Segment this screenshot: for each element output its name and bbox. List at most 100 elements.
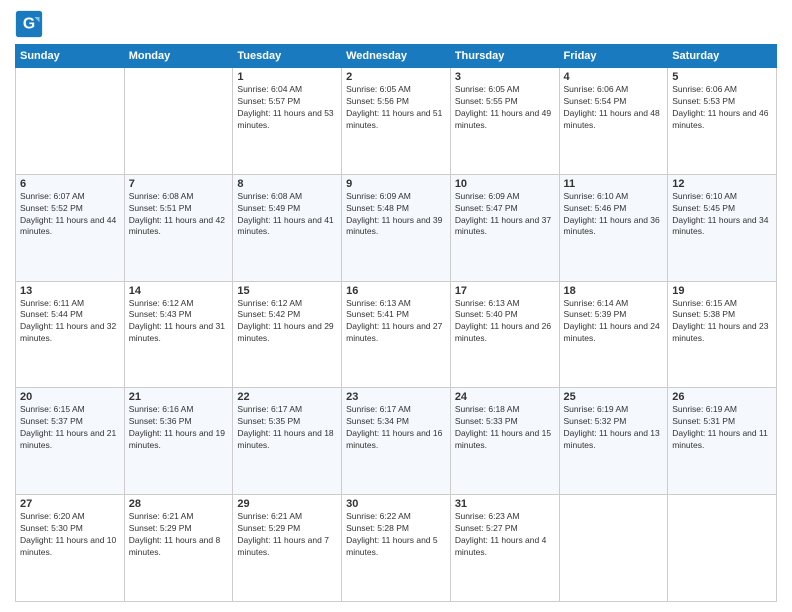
day-number: 16	[346, 285, 446, 297]
day-cell: 7Sunrise: 6:08 AMSunset: 5:51 PMDaylight…	[124, 174, 233, 281]
day-number: 20	[20, 391, 120, 403]
day-info: Sunrise: 6:17 AMSunset: 5:34 PMDaylight:…	[346, 404, 446, 452]
day-number: 17	[455, 285, 555, 297]
week-row-2: 6Sunrise: 6:07 AMSunset: 5:52 PMDaylight…	[16, 174, 777, 281]
logo-icon: G	[15, 10, 43, 38]
day-info: Sunrise: 6:21 AMSunset: 5:29 PMDaylight:…	[129, 511, 229, 559]
day-info: Sunrise: 6:10 AMSunset: 5:45 PMDaylight:…	[672, 191, 772, 239]
day-cell: 23Sunrise: 6:17 AMSunset: 5:34 PMDayligh…	[342, 388, 451, 495]
day-number: 25	[564, 391, 664, 403]
day-info: Sunrise: 6:17 AMSunset: 5:35 PMDaylight:…	[237, 404, 337, 452]
day-number: 9	[346, 178, 446, 190]
day-cell: 19Sunrise: 6:15 AMSunset: 5:38 PMDayligh…	[668, 281, 777, 388]
day-cell: 11Sunrise: 6:10 AMSunset: 5:46 PMDayligh…	[559, 174, 668, 281]
day-cell: 4Sunrise: 6:06 AMSunset: 5:54 PMDaylight…	[559, 68, 668, 175]
day-info: Sunrise: 6:11 AMSunset: 5:44 PMDaylight:…	[20, 298, 120, 346]
day-cell	[16, 68, 125, 175]
day-info: Sunrise: 6:21 AMSunset: 5:29 PMDaylight:…	[237, 511, 337, 559]
day-number: 1	[237, 71, 337, 83]
day-info: Sunrise: 6:05 AMSunset: 5:55 PMDaylight:…	[455, 84, 555, 132]
day-number: 4	[564, 71, 664, 83]
day-number: 22	[237, 391, 337, 403]
day-cell: 13Sunrise: 6:11 AMSunset: 5:44 PMDayligh…	[16, 281, 125, 388]
day-number: 15	[237, 285, 337, 297]
week-row-3: 13Sunrise: 6:11 AMSunset: 5:44 PMDayligh…	[16, 281, 777, 388]
day-number: 7	[129, 178, 229, 190]
weekday-header-thursday: Thursday	[450, 45, 559, 68]
weekday-header-row: SundayMondayTuesdayWednesdayThursdayFrid…	[16, 45, 777, 68]
day-cell: 5Sunrise: 6:06 AMSunset: 5:53 PMDaylight…	[668, 68, 777, 175]
day-number: 21	[129, 391, 229, 403]
day-info: Sunrise: 6:13 AMSunset: 5:40 PMDaylight:…	[455, 298, 555, 346]
day-cell: 30Sunrise: 6:22 AMSunset: 5:28 PMDayligh…	[342, 495, 451, 602]
day-info: Sunrise: 6:10 AMSunset: 5:46 PMDaylight:…	[564, 191, 664, 239]
day-info: Sunrise: 6:19 AMSunset: 5:31 PMDaylight:…	[672, 404, 772, 452]
weekday-header-sunday: Sunday	[16, 45, 125, 68]
day-info: Sunrise: 6:04 AMSunset: 5:57 PMDaylight:…	[237, 84, 337, 132]
day-cell: 12Sunrise: 6:10 AMSunset: 5:45 PMDayligh…	[668, 174, 777, 281]
day-number: 13	[20, 285, 120, 297]
day-number: 10	[455, 178, 555, 190]
day-number: 26	[672, 391, 772, 403]
day-cell	[124, 68, 233, 175]
day-info: Sunrise: 6:19 AMSunset: 5:32 PMDaylight:…	[564, 404, 664, 452]
day-info: Sunrise: 6:09 AMSunset: 5:48 PMDaylight:…	[346, 191, 446, 239]
calendar-table: SundayMondayTuesdayWednesdayThursdayFrid…	[15, 44, 777, 602]
day-cell: 28Sunrise: 6:21 AMSunset: 5:29 PMDayligh…	[124, 495, 233, 602]
day-info: Sunrise: 6:09 AMSunset: 5:47 PMDaylight:…	[455, 191, 555, 239]
day-info: Sunrise: 6:15 AMSunset: 5:38 PMDaylight:…	[672, 298, 772, 346]
day-info: Sunrise: 6:06 AMSunset: 5:54 PMDaylight:…	[564, 84, 664, 132]
calendar-page: G SundayMondayTuesdayWednesdayThursdayFr…	[0, 0, 792, 612]
day-cell: 27Sunrise: 6:20 AMSunset: 5:30 PMDayligh…	[16, 495, 125, 602]
header: G	[15, 10, 777, 38]
day-info: Sunrise: 6:06 AMSunset: 5:53 PMDaylight:…	[672, 84, 772, 132]
day-number: 14	[129, 285, 229, 297]
day-cell: 24Sunrise: 6:18 AMSunset: 5:33 PMDayligh…	[450, 388, 559, 495]
day-cell: 18Sunrise: 6:14 AMSunset: 5:39 PMDayligh…	[559, 281, 668, 388]
day-number: 11	[564, 178, 664, 190]
day-cell: 3Sunrise: 6:05 AMSunset: 5:55 PMDaylight…	[450, 68, 559, 175]
day-number: 12	[672, 178, 772, 190]
day-number: 27	[20, 498, 120, 510]
day-number: 23	[346, 391, 446, 403]
day-number: 29	[237, 498, 337, 510]
logo: G	[15, 10, 47, 38]
day-info: Sunrise: 6:18 AMSunset: 5:33 PMDaylight:…	[455, 404, 555, 452]
day-cell: 16Sunrise: 6:13 AMSunset: 5:41 PMDayligh…	[342, 281, 451, 388]
svg-text:G: G	[23, 15, 35, 32]
day-number: 28	[129, 498, 229, 510]
day-cell: 26Sunrise: 6:19 AMSunset: 5:31 PMDayligh…	[668, 388, 777, 495]
day-number: 18	[564, 285, 664, 297]
day-cell: 1Sunrise: 6:04 AMSunset: 5:57 PMDaylight…	[233, 68, 342, 175]
day-info: Sunrise: 6:05 AMSunset: 5:56 PMDaylight:…	[346, 84, 446, 132]
day-number: 2	[346, 71, 446, 83]
day-number: 8	[237, 178, 337, 190]
day-info: Sunrise: 6:12 AMSunset: 5:43 PMDaylight:…	[129, 298, 229, 346]
day-cell	[559, 495, 668, 602]
day-cell: 29Sunrise: 6:21 AMSunset: 5:29 PMDayligh…	[233, 495, 342, 602]
day-number: 5	[672, 71, 772, 83]
day-cell: 2Sunrise: 6:05 AMSunset: 5:56 PMDaylight…	[342, 68, 451, 175]
day-info: Sunrise: 6:23 AMSunset: 5:27 PMDaylight:…	[455, 511, 555, 559]
day-cell	[668, 495, 777, 602]
day-number: 30	[346, 498, 446, 510]
day-number: 6	[20, 178, 120, 190]
day-info: Sunrise: 6:08 AMSunset: 5:49 PMDaylight:…	[237, 191, 337, 239]
day-number: 3	[455, 71, 555, 83]
day-cell: 6Sunrise: 6:07 AMSunset: 5:52 PMDaylight…	[16, 174, 125, 281]
day-cell: 10Sunrise: 6:09 AMSunset: 5:47 PMDayligh…	[450, 174, 559, 281]
day-cell: 17Sunrise: 6:13 AMSunset: 5:40 PMDayligh…	[450, 281, 559, 388]
day-info: Sunrise: 6:13 AMSunset: 5:41 PMDaylight:…	[346, 298, 446, 346]
day-info: Sunrise: 6:12 AMSunset: 5:42 PMDaylight:…	[237, 298, 337, 346]
day-cell: 8Sunrise: 6:08 AMSunset: 5:49 PMDaylight…	[233, 174, 342, 281]
day-cell: 14Sunrise: 6:12 AMSunset: 5:43 PMDayligh…	[124, 281, 233, 388]
day-cell: 9Sunrise: 6:09 AMSunset: 5:48 PMDaylight…	[342, 174, 451, 281]
day-cell: 31Sunrise: 6:23 AMSunset: 5:27 PMDayligh…	[450, 495, 559, 602]
day-info: Sunrise: 6:07 AMSunset: 5:52 PMDaylight:…	[20, 191, 120, 239]
weekday-header-saturday: Saturday	[668, 45, 777, 68]
week-row-5: 27Sunrise: 6:20 AMSunset: 5:30 PMDayligh…	[16, 495, 777, 602]
weekday-header-wednesday: Wednesday	[342, 45, 451, 68]
weekday-header-friday: Friday	[559, 45, 668, 68]
day-info: Sunrise: 6:16 AMSunset: 5:36 PMDaylight:…	[129, 404, 229, 452]
week-row-1: 1Sunrise: 6:04 AMSunset: 5:57 PMDaylight…	[16, 68, 777, 175]
